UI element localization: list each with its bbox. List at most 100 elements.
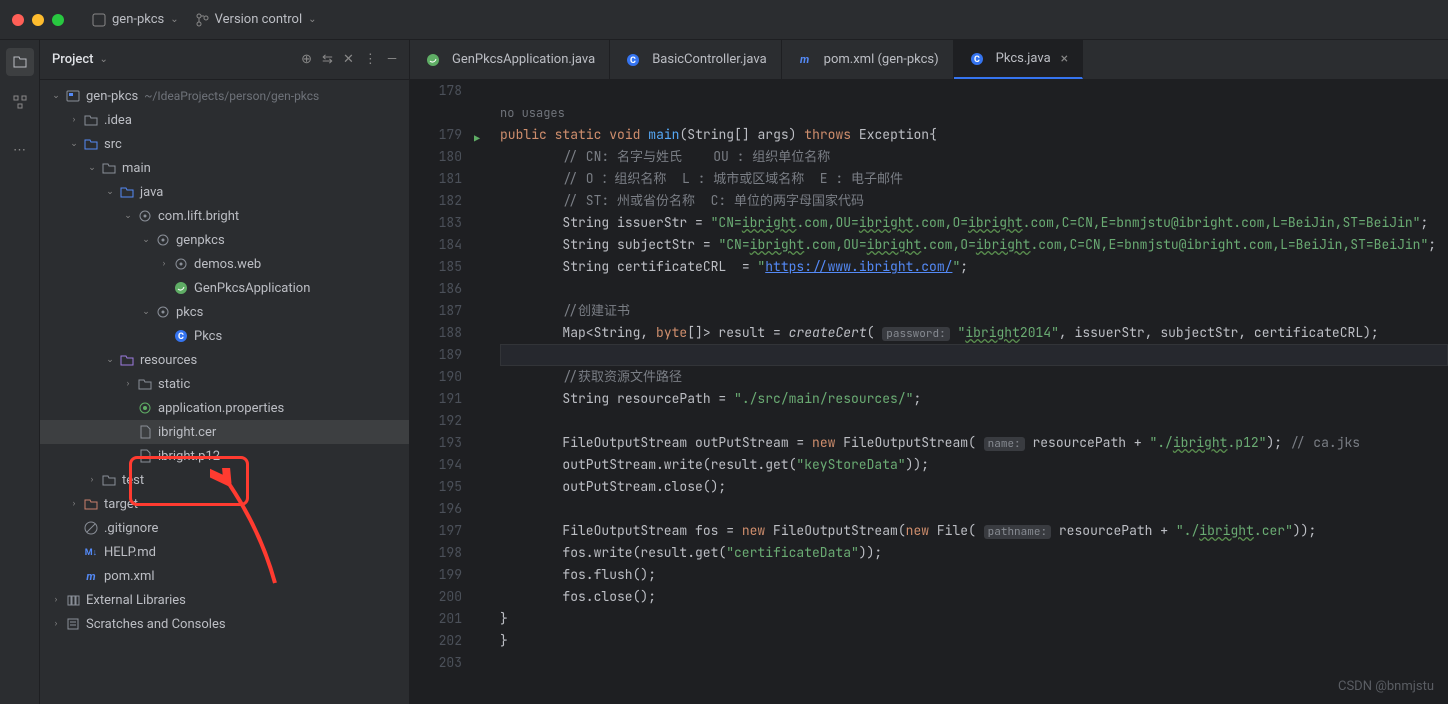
project-tool-button[interactable]	[6, 48, 34, 76]
tab-genpkcsapplication-java[interactable]: GenPkcsApplication.java	[410, 40, 610, 79]
gutter-line: 198	[410, 542, 462, 564]
code-line[interactable]: FileOutputStream fos = new FileOutputStr…	[500, 520, 1448, 542]
scratch-icon	[64, 617, 82, 631]
chevron-down-icon: ⌄	[308, 14, 316, 25]
file-icon	[136, 425, 154, 439]
code-line[interactable]: // O ：组织名称 L : 城市或区域名称 E : 电子邮件	[500, 168, 1448, 190]
run-gutter-icon[interactable]: ▶	[474, 128, 480, 150]
tree-item-scratches-and-consoles[interactable]: ›Scratches and Consoles	[40, 612, 409, 636]
structure-icon	[12, 94, 28, 110]
class-icon: C	[968, 52, 986, 66]
tree-item-demos-web[interactable]: ›demos.web	[40, 252, 409, 276]
chevron-down-icon[interactable]: ⌄	[99, 54, 107, 65]
tree-item-gen-pkcs[interactable]: ⌄gen-pkcs~/IdeaProjects/person/gen-pkcs	[40, 84, 409, 108]
code-line[interactable]: //获取资源文件路径	[500, 366, 1448, 388]
gutter-line: 197	[410, 520, 462, 542]
code-line[interactable]: }	[500, 630, 1448, 652]
tree-item-java[interactable]: ⌄java	[40, 180, 409, 204]
select-opened-file-button[interactable]: ⊕	[301, 52, 312, 67]
gutter-line: 202	[410, 630, 462, 652]
more-tool-button[interactable]: ⋯	[6, 136, 34, 164]
more-icon: ⋯	[13, 143, 26, 158]
tree-item-external-libraries[interactable]: ›External Libraries	[40, 588, 409, 612]
md-icon: M↓	[82, 547, 100, 558]
tree-label: GenPkcsApplication	[194, 281, 310, 296]
code-line[interactable]: }	[500, 608, 1448, 630]
folder-icon	[82, 113, 100, 127]
code-line[interactable]: fos.close();	[500, 586, 1448, 608]
gutter-line: 184	[410, 234, 462, 256]
code-line[interactable]	[500, 410, 1448, 432]
tree-item-genpkcsapplication[interactable]: GenPkcsApplication	[40, 276, 409, 300]
tree-arrow-icon: ⌄	[66, 139, 82, 149]
tab-label: GenPkcsApplication.java	[452, 52, 595, 67]
code-line[interactable]	[500, 80, 1448, 102]
package-icon	[154, 305, 172, 319]
top-bar: gen-pkcs ⌄ Version control ⌄	[0, 0, 1448, 40]
hide-panel-button[interactable]: —	[387, 52, 397, 67]
code-line[interactable]: outPutStream.close();	[500, 476, 1448, 498]
tree-item-pkcs[interactable]: ⌄pkcs	[40, 300, 409, 324]
code-line[interactable]: Map<String, byte[]> result = createCert(…	[500, 322, 1448, 344]
tree-label: java	[140, 185, 163, 200]
class-icon: C	[624, 53, 642, 67]
tree-item-pkcs[interactable]: CPkcs	[40, 324, 409, 348]
code-line[interactable]: String resourcePath = "./src/main/resour…	[500, 388, 1448, 410]
tree-item-test[interactable]: ›test	[40, 468, 409, 492]
tree-item--idea[interactable]: ›.idea	[40, 108, 409, 132]
tree-item--gitignore[interactable]: .gitignore	[40, 516, 409, 540]
close-window-button[interactable]	[12, 14, 24, 26]
code-line[interactable]	[500, 652, 1448, 674]
code-line[interactable]: public static void main(String[] args) t…	[500, 124, 1448, 146]
tree-label: pom.xml	[104, 569, 155, 584]
usage-hint[interactable]: no usages	[500, 102, 1448, 124]
tab-basiccontroller-java[interactable]: CBasicController.java	[610, 40, 781, 79]
tree-item-ibright-cer[interactable]: ibright.cer	[40, 420, 409, 444]
code-line[interactable]: String subjectStr = "CN=ibright.com,OU=i…	[500, 234, 1448, 256]
close-tab-button[interactable]: ×	[1061, 51, 1068, 67]
editor-code[interactable]: no usagespublic static void main(String[…	[470, 80, 1448, 704]
tab-pom-xml--gen-pkcs-[interactable]: mpom.xml (gen-pkcs)	[782, 40, 954, 79]
project-selector[interactable]: gen-pkcs ⌄	[84, 8, 187, 31]
expand-all-button[interactable]: ⇆	[322, 52, 333, 67]
code-line[interactable]: // CN: 名字与姓氏 OU : 组织单位名称	[500, 146, 1448, 168]
vcs-selector[interactable]: Version control ⌄	[187, 8, 325, 31]
tree-item-static[interactable]: ›static	[40, 372, 409, 396]
tree-item-main[interactable]: ⌄main	[40, 156, 409, 180]
tree-item-resources[interactable]: ⌄resources	[40, 348, 409, 372]
panel-options-button[interactable]: ⋮	[364, 52, 377, 67]
code-line[interactable]: //创建证书	[500, 300, 1448, 322]
file-icon	[136, 449, 154, 463]
tree-item-application-properties[interactable]: application.properties	[40, 396, 409, 420]
code-line[interactable]: String certificateCRL = "https://www.ibr…	[500, 256, 1448, 278]
code-line[interactable]: fos.write(result.get("certificateData"))…	[500, 542, 1448, 564]
tree-item-target[interactable]: ›target	[40, 492, 409, 516]
code-line[interactable]: FileOutputStream outPutStream = new File…	[500, 432, 1448, 454]
structure-tool-button[interactable]	[6, 88, 34, 116]
gutter-line: 178	[410, 80, 462, 102]
tree-label: External Libraries	[86, 593, 186, 608]
folder-excl-icon	[82, 497, 100, 511]
tree-item-genpkcs[interactable]: ⌄genpkcs	[40, 228, 409, 252]
gutter-line: 179▶	[410, 124, 462, 146]
code-line[interactable]	[500, 498, 1448, 520]
code-line[interactable]	[500, 278, 1448, 300]
gutter-line: 182	[410, 190, 462, 212]
code-line[interactable]	[500, 344, 1448, 366]
tree-item-help-md[interactable]: M↓ HELP.md	[40, 540, 409, 564]
tree-item-com-lift-bright[interactable]: ⌄com.lift.bright	[40, 204, 409, 228]
package-icon	[154, 233, 172, 247]
tree-item-src[interactable]: ⌄src	[40, 132, 409, 156]
tab-pkcs-java[interactable]: CPkcs.java×	[954, 40, 1083, 79]
collapse-all-button[interactable]: ✕	[343, 52, 354, 67]
tree-item-pom-xml[interactable]: mpom.xml	[40, 564, 409, 588]
code-line[interactable]: fos.flush();	[500, 564, 1448, 586]
code-line[interactable]: String issuerStr = "CN=ibright.com,OU=ib…	[500, 212, 1448, 234]
code-line[interactable]: // ST: 州或省份名称 C: 单位的两字母国家代码	[500, 190, 1448, 212]
maximize-window-button[interactable]	[52, 14, 64, 26]
tree-label: HELP.md	[104, 545, 156, 560]
code-line[interactable]: outPutStream.write(result.get("keyStoreD…	[500, 454, 1448, 476]
tree-item-ibright-p12[interactable]: ibright.p12	[40, 444, 409, 468]
project-tree[interactable]: ⌄gen-pkcs~/IdeaProjects/person/gen-pkcs›…	[40, 80, 409, 704]
minimize-window-button[interactable]	[32, 14, 44, 26]
